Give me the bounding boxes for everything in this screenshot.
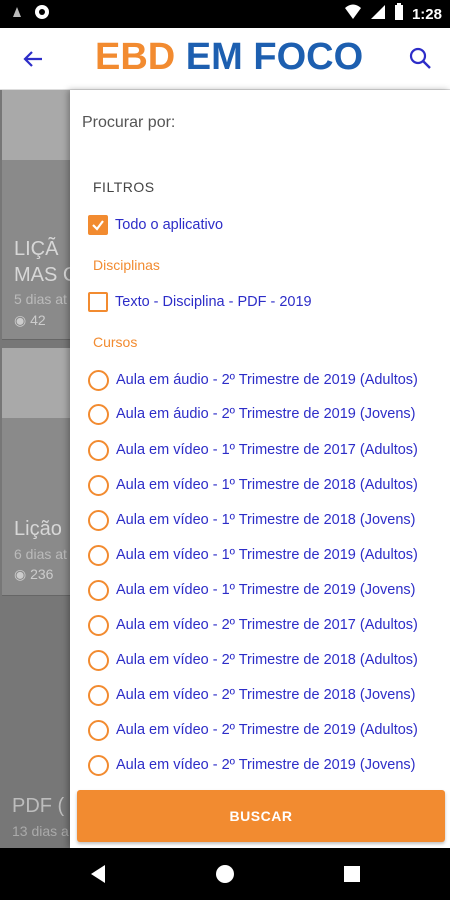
curso-radio[interactable]: Aula em áudio - 2º Trimestre de 2019 (Ad… (88, 367, 418, 393)
app-bar: EBD EM FOCO (0, 28, 450, 90)
disciplina-checkbox[interactable]: Texto - Disciplina - PDF - 2019 (88, 289, 312, 315)
curso-radio[interactable]: Aula em vídeo - 2º Trimestre de 2017 (Ad… (88, 612, 418, 638)
status-time: 1:28 (411, 5, 442, 23)
curso-radio[interactable]: Aula em áudio - 2º Trimestre de 2019 (Jo… (88, 401, 415, 427)
radio-icon (88, 684, 109, 706)
wifi-icon (344, 4, 362, 24)
checkbox-empty-icon (88, 292, 108, 312)
arrow-back-icon (23, 51, 42, 67)
nav-home-button[interactable] (213, 862, 237, 886)
battery-icon (394, 3, 404, 25)
square-recents-icon (344, 866, 360, 882)
navigation-bar (0, 848, 450, 900)
radio-icon (88, 754, 109, 776)
cursos-title: Cursos (93, 334, 138, 350)
notification-icon (10, 5, 24, 24)
back-button[interactable] (18, 44, 48, 74)
curso-radio[interactable]: Aula em vídeo - 2º Trimestre de 2019 (Ad… (88, 717, 418, 743)
radio-icon (88, 369, 109, 391)
radio-icon (88, 614, 109, 636)
eye-icon: ◉ (14, 566, 27, 582)
curso-radio[interactable]: Aula em vídeo - 1º Trimestre de 2018 (Ad… (88, 472, 418, 498)
all-app-checkbox[interactable]: Todo o aplicativo (88, 212, 223, 238)
triangle-back-icon (91, 865, 105, 883)
disciplinas-title: Disciplinas (93, 257, 160, 273)
search-button[interactable] (404, 42, 436, 74)
radio-icon (88, 439, 109, 461)
radio-icon (88, 719, 109, 741)
radio-icon (88, 509, 109, 531)
nav-back-button[interactable] (86, 862, 110, 886)
search-label: Procurar por: (82, 114, 176, 131)
buscar-button[interactable]: BUSCAR (77, 790, 445, 842)
search-icon (409, 47, 431, 69)
curso-radio[interactable]: Aula em vídeo - 2º Trimestre de 2018 (Jo… (88, 682, 415, 708)
curso-radio[interactable]: Aula em vídeo - 2º Trimestre de 2018 (Ad… (88, 647, 418, 673)
status-bar: 1:28 (0, 0, 450, 28)
circle-home-icon (216, 865, 234, 883)
circle-notification-icon (34, 4, 50, 25)
nav-recents-button[interactable] (340, 862, 364, 886)
curso-radio[interactable]: Aula em vídeo - 2º Trimestre de 2019 (Jo… (88, 752, 415, 778)
radio-icon (88, 579, 109, 601)
eye-icon: ◉ (14, 312, 27, 328)
checkbox-checked-icon (88, 215, 108, 235)
radio-icon (88, 403, 109, 425)
curso-radio[interactable]: Aula em vídeo - 1º Trimestre de 2019 (Ad… (88, 542, 418, 568)
radio-icon (88, 474, 109, 496)
curso-radio[interactable]: Aula em vídeo - 1º Trimestre de 2018 (Jo… (88, 507, 415, 533)
curso-radio[interactable]: Aula em vídeo - 1º Trimestre de 2019 (Jo… (88, 577, 415, 603)
radio-icon (88, 649, 109, 671)
filter-drawer: Procurar por: FILTROS Todo o aplicativo … (70, 90, 450, 848)
app-logo: EBD EM FOCO (95, 36, 364, 78)
signal-icon (370, 4, 386, 24)
radio-icon (88, 544, 109, 566)
curso-radio[interactable]: Aula em vídeo - 1º Trimestre de 2017 (Ad… (88, 437, 418, 463)
filters-title: FILTROS (93, 179, 155, 195)
